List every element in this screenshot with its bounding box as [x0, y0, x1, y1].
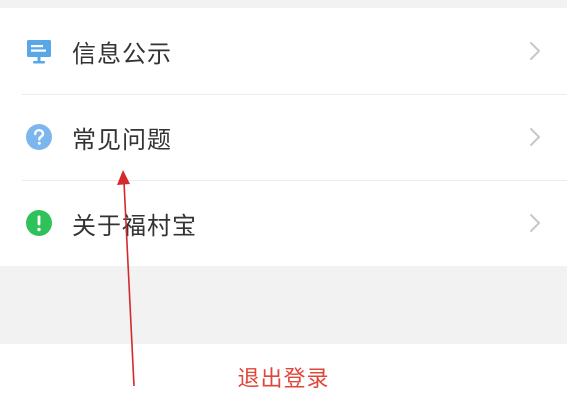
chevron-right-icon	[525, 41, 545, 61]
menu-item-label: 信息公示	[72, 39, 172, 68]
section-spacer	[0, 266, 567, 344]
chevron-right-icon	[525, 213, 545, 233]
top-spacer	[0, 0, 567, 8]
menu-list: 信息公示 常见问题 关于福村宝	[0, 8, 567, 266]
logout-label: 退出登录	[237, 367, 330, 392]
settings-page: 信息公示 常见问题 关于福村宝 退出登录	[0, 0, 567, 406]
menu-item-label: 关于福村宝	[72, 211, 197, 240]
info-exclamation-icon	[24, 208, 54, 238]
menu-item-about[interactable]: 关于福村宝	[0, 180, 567, 266]
menu-item-label: 常见问题	[72, 125, 172, 154]
menu-item-info-notice[interactable]: 信息公示	[0, 8, 567, 94]
menu-item-faq[interactable]: 常见问题	[0, 94, 567, 180]
chevron-right-icon	[525, 127, 545, 147]
notice-board-icon	[24, 36, 54, 66]
logout-button[interactable]: 退出登录	[0, 344, 567, 406]
question-icon	[24, 122, 54, 152]
